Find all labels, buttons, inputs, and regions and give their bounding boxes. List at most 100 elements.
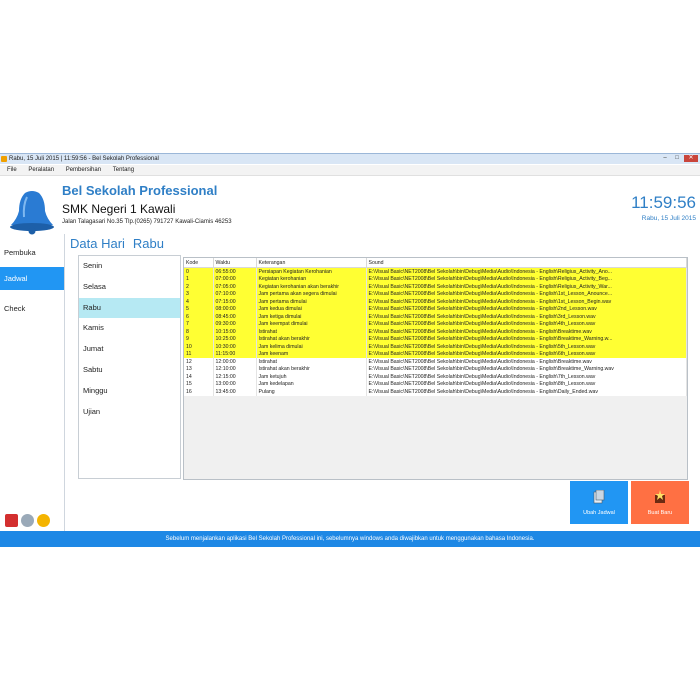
cell-waktu: 12:00:00 — [213, 358, 257, 366]
sidebar-item-jadwal[interactable]: Jadwal — [0, 267, 64, 290]
day-list: Senin Selasa Rabu Kamis Jumat Sabtu Ming… — [78, 255, 181, 479]
day-item-rabu[interactable]: Rabu — [79, 297, 180, 319]
cell-keterangan: Jam kedua dimulai — [256, 305, 367, 313]
table-row[interactable]: 5 08:00:00 Jam kedua dimulai E:\Visual Basi… — [184, 305, 687, 313]
column-header-kode[interactable]: Kode — [184, 258, 214, 268]
cell-waktu: 07:00:00 — [213, 275, 257, 283]
cell-sound: E:\Visual Basic\NET2008\Bel Sekolah\bin\… — [366, 328, 687, 336]
table-row[interactable]: 9 10:25:00 Istirahat akan berakhir E:\Visua… — [184, 335, 687, 343]
cell-keterangan: Istirahat akan berakhir — [256, 335, 367, 343]
cell-keterangan: Jam keempat dimulai — [256, 320, 367, 328]
app-icon — [1, 156, 7, 162]
day-item-ujian[interactable]: Ujian — [79, 402, 180, 423]
table-row[interactable]: 13 12:10:00 Istirahat akan berakhir E:\Visu… — [184, 365, 687, 373]
day-item-senin[interactable]: Senin — [79, 256, 180, 277]
column-header-waktu[interactable]: Waktu — [213, 258, 257, 268]
cell-sound: E:\Visual Basic\NET2008\Bel Sekolah\bin\… — [366, 298, 687, 306]
table-row[interactable]: 1 07:00:00 Kegiatan kerohanian E:\Visual Ba… — [184, 275, 687, 283]
cell-waktu: 13:00:00 — [213, 380, 257, 388]
day-item-jumat[interactable]: Jumat — [79, 339, 180, 360]
cell-waktu: 08:00:00 — [213, 305, 257, 313]
table-row[interactable]: 6 08:45:00 Jam ketiga dimulai E:\Visual Bas… — [184, 313, 687, 321]
cell-waktu: 08:45:00 — [213, 313, 257, 321]
table-header: Kode Waktu Keterangan Sound — [184, 258, 687, 268]
table-row[interactable]: 14 12:15:00 Jam ketujuh E:\Visual Basic\NET… — [184, 373, 687, 381]
cell-sound: E:\Visual Basic\NET2008\Bel Sekolah\bin\… — [366, 343, 687, 351]
cell-kode: 6 — [184, 313, 214, 321]
maximize-button[interactable]: □ — [672, 155, 682, 162]
table-row[interactable]: 10 10:30:00 Jam kelima dimulai E:\Visual Ba… — [184, 343, 687, 351]
cell-kode: 1 — [184, 275, 214, 283]
cell-keterangan: Istirahat akan berakhir — [256, 365, 367, 373]
app-name: Bel Sekolah Professional — [62, 183, 218, 198]
cell-waktu: 06:55:00 — [213, 267, 257, 276]
table-row[interactable]: 12 12:00:00 Istirahat E:\Visual Basic\NET20… — [184, 358, 687, 366]
cell-sound: E:\Visual Basic\NET2008\Bel Sekolah\bin\… — [366, 290, 687, 298]
cell-kode: 7 — [184, 320, 214, 328]
sidebar-tools — [5, 514, 50, 527]
schedule-table[interactable]: Kode Waktu Keterangan Sound 0 06:55:00 Per… — [183, 257, 688, 480]
window-controls: – □ ✕ — [660, 155, 698, 162]
cell-kode: 4 — [184, 298, 214, 306]
school-address: Jalan Talagasari No.35 Tlp.(0265) 791727… — [62, 219, 232, 225]
table-row[interactable]: 8 10:15:00 Istirahat E:\Visual Basic\NET200… — [184, 328, 687, 336]
cell-waktu: 10:15:00 — [213, 328, 257, 336]
cell-kode: 2 — [184, 283, 214, 291]
cell-waktu: 12:15:00 — [213, 373, 257, 381]
title-bar[interactable]: Rabu, 15 Juli 2015 | 11:59:56 - Bel Seko… — [0, 154, 700, 164]
menu-peralatan[interactable]: Peralatan — [28, 165, 54, 175]
table-row[interactable]: 4 07:15:00 Jam pertama dimulai E:\Visual Ba… — [184, 298, 687, 306]
cell-sound: E:\Visual Basic\NET2008\Bel Sekolah\bin\… — [366, 358, 687, 366]
close-button[interactable]: ✕ — [684, 155, 698, 162]
day-item-minggu[interactable]: Minggu — [79, 381, 180, 402]
cell-waktu: 13:45:00 — [213, 388, 257, 396]
edit-schedule-button[interactable]: Ubah Jadwal — [570, 481, 628, 524]
day-item-selasa[interactable]: Selasa — [79, 277, 180, 298]
table-row[interactable]: 2 07:05:00 Kegiatan kerohanian akan berakh… — [184, 283, 687, 291]
new-schedule-label: Buat Baru — [647, 510, 673, 516]
minimize-button[interactable]: – — [660, 155, 670, 162]
column-header-keterangan[interactable]: Keterangan — [256, 258, 367, 268]
school-name: SMK Negeri 1 Kawali — [62, 202, 176, 216]
cell-kode: 13 — [184, 365, 214, 373]
menu-pembersihan[interactable]: Pembersihan — [66, 165, 101, 175]
day-item-sabtu[interactable]: Sabtu — [79, 360, 180, 381]
cell-keterangan: Jam pertama dimulai — [256, 298, 367, 306]
table-row[interactable]: 15 13:00:00 Jam kedelapan E:\Visual Basic\N… — [184, 380, 687, 388]
sidebar-item-check[interactable]: Check — [0, 297, 64, 320]
power-icon[interactable] — [5, 514, 18, 527]
edit-schedule-label: Ubah Jadwal — [583, 510, 615, 516]
page-title: Data Hari Rabu — [70, 236, 164, 251]
menu-tentang[interactable]: Tentang — [113, 165, 134, 175]
help-icon[interactable] — [37, 514, 50, 527]
clock-date: Rabu, 15 Juli 2015 — [641, 215, 696, 222]
gear-icon[interactable] — [21, 514, 34, 527]
menu-file[interactable]: File — [7, 165, 17, 175]
table-row[interactable]: 0 06:55:00 Persiapan Kegiatan Kerohanian E:… — [184, 267, 687, 276]
cell-waktu: 10:30:00 — [213, 343, 257, 351]
cell-keterangan: Persiapan Kegiatan Kerohanian — [256, 267, 367, 276]
footer-notice: Sebelum menjalankan aplikasi Bel Sekolah… — [0, 531, 700, 547]
cell-kode: 16 — [184, 388, 214, 396]
table-row[interactable]: 16 13:45:00 Pulang E:\Visual Basic\NET2008\… — [184, 388, 687, 396]
table-row[interactable]: 7 09:30:00 Jam keempat dimulai E:\Visual Ba… — [184, 320, 687, 328]
table-row[interactable]: 3 07:10:00 Jam pertama akan segera dimulai… — [184, 290, 687, 298]
cell-kode: 14 — [184, 373, 214, 381]
cell-sound: E:\Visual Basic\NET2008\Bel Sekolah\bin\… — [366, 388, 687, 396]
page-title-label: Data Hari — [70, 236, 125, 251]
cell-waktu: 07:10:00 — [213, 290, 257, 298]
cell-sound: E:\Visual Basic\NET2008\Bel Sekolah\bin\… — [366, 267, 687, 276]
cell-sound: E:\Visual Basic\NET2008\Bel Sekolah\bin\… — [366, 380, 687, 388]
new-schedule-button[interactable]: Buat Baru — [631, 481, 689, 524]
table-row[interactable]: 11 11:15:00 Jam keenam E:\Visual Basic\NET2… — [184, 350, 687, 358]
cell-sound: E:\Visual Basic\NET2008\Bel Sekolah\bin\… — [366, 283, 687, 291]
cell-sound: E:\Visual Basic\NET2008\Bel Sekolah\bin\… — [366, 275, 687, 283]
day-item-kamis[interactable]: Kamis — [79, 318, 180, 339]
sidebar-item-pembuka[interactable]: Pembuka — [0, 241, 64, 264]
cell-keterangan: Pulang — [256, 388, 367, 396]
cell-kode: 5 — [184, 305, 214, 313]
cell-kode: 12 — [184, 358, 214, 366]
cell-kode: 10 — [184, 343, 214, 351]
app-window: Rabu, 15 Juli 2015 | 11:59:56 - Bel Seko… — [0, 153, 700, 547]
column-header-sound[interactable]: Sound — [366, 258, 687, 268]
